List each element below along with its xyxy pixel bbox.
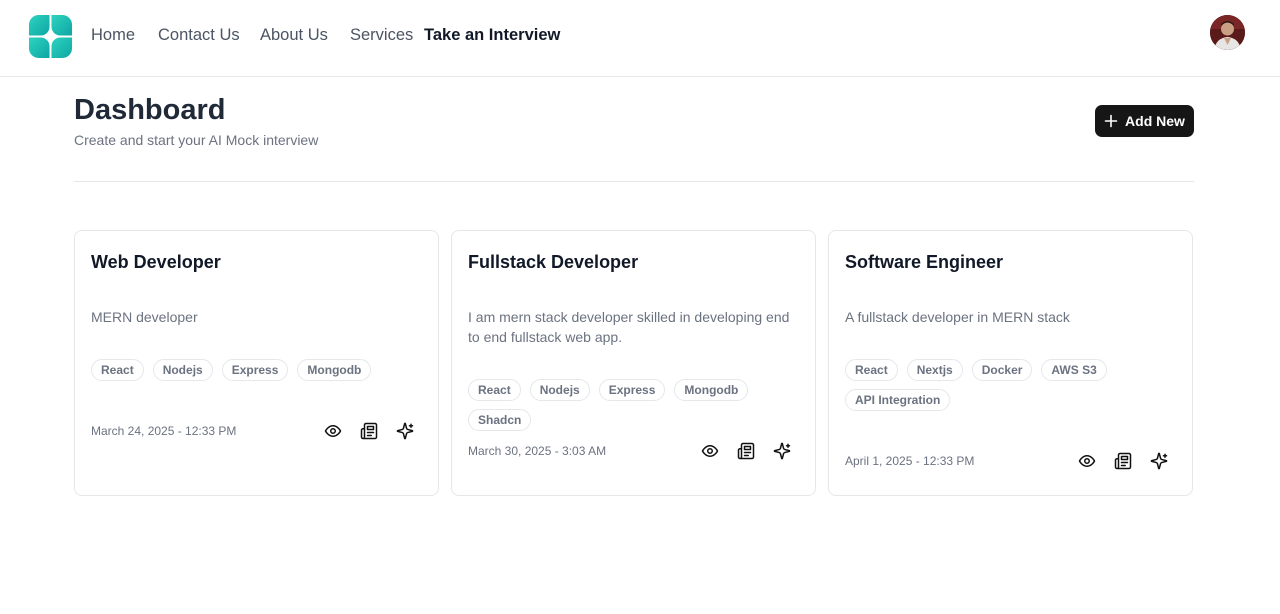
tag: Express xyxy=(598,379,666,401)
card-actions xyxy=(324,422,414,440)
card-title: Fullstack Developer xyxy=(468,252,639,272)
nav-contact-us[interactable]: Contact Us xyxy=(158,25,240,45)
eye-icon xyxy=(1078,455,1096,467)
start-interview-button[interactable] xyxy=(773,442,791,460)
card-title: Web Developer xyxy=(91,252,221,272)
card-description: A fullstack developer in MERN stack xyxy=(845,309,1070,325)
card-title: Software Engineer xyxy=(845,252,1004,272)
logo-icon[interactable] xyxy=(27,13,74,60)
tag: Express xyxy=(221,359,289,381)
tag: Docker xyxy=(971,359,1033,381)
avatar-image xyxy=(1210,15,1245,50)
newspaper-icon xyxy=(1114,452,1132,470)
nav-about-us[interactable]: About Us xyxy=(260,25,328,45)
tag: API Integration xyxy=(845,389,951,411)
tag: Shadcn xyxy=(468,409,532,431)
start-interview-button[interactable] xyxy=(1150,452,1168,470)
interview-card: Software Engineer A fullstack developer … xyxy=(828,230,1193,496)
add-new-button[interactable]: Add New xyxy=(1095,105,1194,137)
newspaper-icon xyxy=(737,442,755,460)
eye-icon xyxy=(701,445,719,457)
plus-icon xyxy=(1104,114,1118,128)
tag: Nodejs xyxy=(529,379,590,401)
page-title: Dashboard xyxy=(74,94,226,126)
tag: Mongodb xyxy=(297,359,372,381)
card-date: March 30, 2025 - 3:03 AM xyxy=(468,444,607,458)
sparkles-icon xyxy=(1150,452,1168,470)
add-new-label: Add New xyxy=(1125,113,1185,129)
tag: React xyxy=(91,359,144,381)
tag: Mongodb xyxy=(674,379,749,401)
user-avatar[interactable] xyxy=(1210,15,1245,50)
view-button[interactable] xyxy=(324,422,342,440)
interview-card: Web Developer MERN developer React Nodej… xyxy=(74,230,439,496)
sparkles-icon xyxy=(773,442,791,460)
tag-list: React Nodejs Express Mongodb Shadcn xyxy=(468,379,803,431)
top-navbar: Home Contact Us About Us Services Take a… xyxy=(0,0,1280,77)
start-interview-button[interactable] xyxy=(396,422,414,440)
feedback-button[interactable] xyxy=(360,422,378,440)
tag-list: React Nodejs Express Mongodb xyxy=(91,359,426,381)
divider xyxy=(74,181,1194,182)
feedback-button[interactable] xyxy=(1114,452,1132,470)
card-date: April 1, 2025 - 12:33 PM xyxy=(845,454,975,468)
interview-card: Fullstack Developer I am mern stack deve… xyxy=(451,230,816,496)
card-description: I am mern stack developer skilled in dev… xyxy=(468,309,790,345)
nav-take-an-interview[interactable]: Take an Interview xyxy=(424,25,560,45)
feedback-button[interactable] xyxy=(737,442,755,460)
tag: React xyxy=(468,379,521,401)
sparkles-icon xyxy=(396,422,414,440)
view-button[interactable] xyxy=(701,442,719,460)
tag: Nodejs xyxy=(152,359,213,381)
tag-list: React Nextjs Docker AWS S3 API Integrati… xyxy=(845,359,1180,411)
card-description: MERN developer xyxy=(91,309,198,325)
card-date: March 24, 2025 - 12:33 PM xyxy=(91,424,237,438)
nav-services[interactable]: Services xyxy=(350,25,413,45)
card-actions xyxy=(701,442,791,460)
tag: React xyxy=(845,359,898,381)
tag: Nextjs xyxy=(906,359,963,381)
eye-icon xyxy=(324,425,342,437)
page-subtitle: Create and start your AI Mock interview xyxy=(74,132,319,148)
view-button[interactable] xyxy=(1078,452,1096,470)
nav-home[interactable]: Home xyxy=(91,25,135,45)
newspaper-icon xyxy=(360,422,378,440)
tag: AWS S3 xyxy=(1041,359,1107,381)
card-actions xyxy=(1078,452,1168,470)
